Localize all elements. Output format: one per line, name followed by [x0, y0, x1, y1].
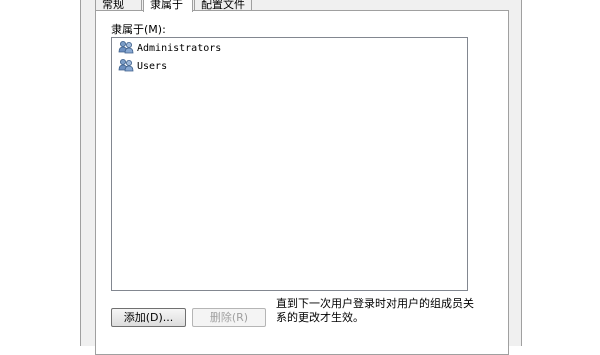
remove-button[interactable]: 删除(R)	[192, 308, 266, 327]
list-item-label: Users	[137, 60, 168, 72]
list-item[interactable]: Users	[118, 58, 167, 74]
member-of-label: 隶属于(M):	[111, 23, 166, 36]
user-group-icon	[118, 40, 134, 57]
tab-member-of[interactable]: 隶属于	[143, 0, 193, 12]
list-item-label: Administrators	[137, 42, 222, 54]
member-of-listbox[interactable]: Administrators Users	[111, 37, 468, 291]
add-button[interactable]: 添加(D)...	[111, 308, 186, 327]
properties-dialog: 常规 隶属于 配置文件 隶属于(M): Administrators Users…	[80, 0, 522, 355]
list-item[interactable]: Administrators	[118, 40, 221, 56]
user-group-icon	[118, 58, 134, 75]
tab-panel-member-of: 隶属于(M): Administrators Users 添加(D)... 删除…	[95, 10, 509, 355]
change-hint-text: 直到下一次用户登录时对用户的组成员关系的更改才生效。	[276, 297, 474, 324]
